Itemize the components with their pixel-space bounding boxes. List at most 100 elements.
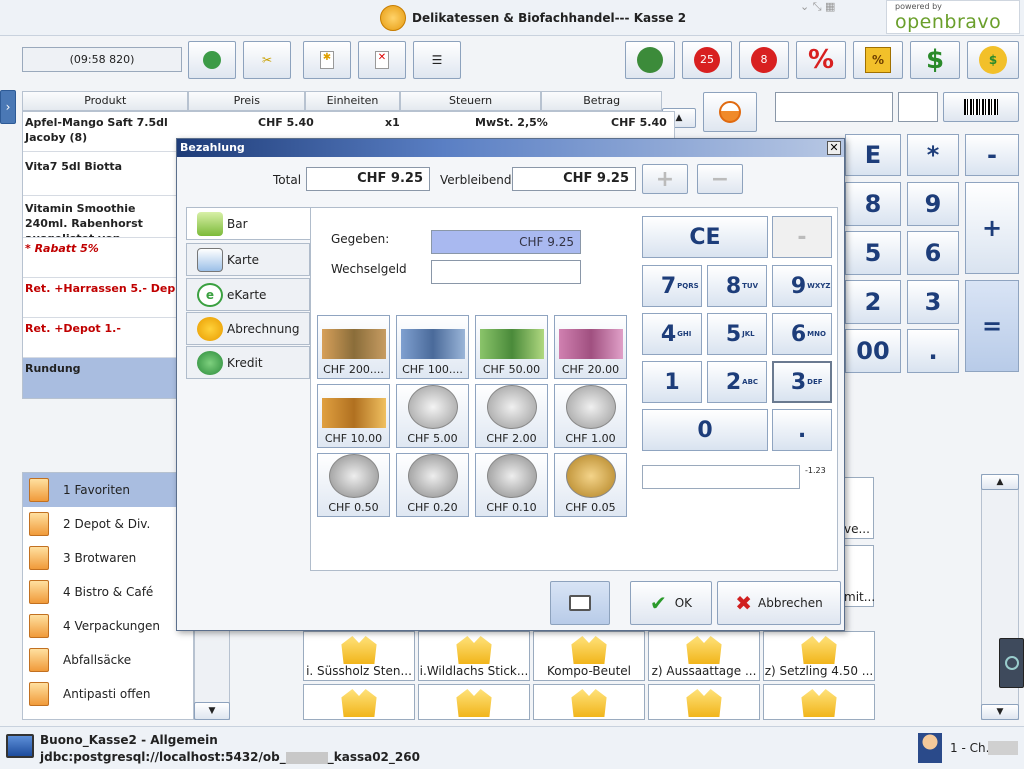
customer-icon: [203, 51, 221, 69]
product-tile[interactable]: i. Süssholz Sten...: [303, 631, 415, 681]
denomination-020-button[interactable]: CHF 0.20: [396, 453, 469, 517]
main-key-plus[interactable]: +: [965, 182, 1019, 274]
dialog-key-0[interactable]: 0: [642, 409, 768, 451]
refresh-dollar-button[interactable]: $: [967, 41, 1019, 79]
tab-card[interactable]: Karte: [186, 243, 310, 276]
cash-out-button[interactable]: $: [910, 41, 960, 79]
dialog-key-dot[interactable]: .: [772, 409, 832, 451]
product-tile[interactable]: [418, 684, 530, 720]
product-tile[interactable]: ve...: [840, 477, 874, 539]
denomination-100-button[interactable]: CHF 100....: [396, 315, 469, 379]
category-item[interactable]: 4 Verpackungen: [23, 609, 193, 643]
category-item[interactable]: Antipasti offen: [23, 677, 193, 711]
window-controls[interactable]: ⌄ ⤡ ▦: [800, 0, 835, 14]
dialog-key-6[interactable]: 6 MNO: [772, 313, 832, 355]
openbravo-logo: powered by openbravo: [886, 0, 1020, 34]
category-item[interactable]: 1 Favoriten: [23, 473, 193, 507]
tab-bar[interactable]: Bar: [186, 207, 310, 240]
col-header: Einheiten: [305, 91, 400, 111]
tab-settlement[interactable]: Abrechnung: [186, 312, 310, 345]
dialog-key-7[interactable]: 7 PQRS: [642, 265, 702, 307]
denomination-200-button[interactable]: CHF 200....: [317, 315, 390, 379]
ticket-action-button[interactable]: [703, 92, 757, 132]
dialog-key-5[interactable]: 5 JKL: [707, 313, 767, 355]
dialog-key-9[interactable]: 9 WXYZ: [772, 265, 832, 307]
main-key-6[interactable]: 6: [907, 231, 959, 275]
list-button[interactable]: ☰: [413, 41, 461, 79]
main-key-dot[interactable]: .: [907, 329, 959, 373]
product-tile[interactable]: [303, 684, 415, 720]
side-panel-toggle[interactable]: [999, 638, 1024, 688]
side-expand-button[interactable]: ›: [0, 90, 16, 124]
given-field[interactable]: CHF 9.25: [431, 230, 581, 254]
ticket-row[interactable]: Vitamin Smoothie 240ml. Rabenhorst ausge…: [23, 198, 178, 238]
print-button[interactable]: [550, 581, 610, 625]
main-key-multiply[interactable]: *: [907, 134, 959, 176]
price-input[interactable]: [775, 92, 893, 122]
category-scroll-down-button[interactable]: ▼: [194, 702, 230, 720]
main-key-2[interactable]: 2: [845, 280, 901, 324]
dialog-minus-key[interactable]: -: [772, 216, 832, 258]
main-key-9[interactable]: 9: [907, 182, 959, 226]
product-tile[interactable]: z) Setzling 4.50 ...: [763, 631, 875, 681]
dialog-close-button[interactable]: ✕: [827, 141, 841, 155]
product-tile[interactable]: [648, 684, 760, 720]
denomination-2-button[interactable]: CHF 2.00: [475, 384, 548, 448]
barcode-button[interactable]: [943, 92, 1019, 122]
denomination-010-button[interactable]: CHF 0.10: [475, 453, 548, 517]
main-key-equals[interactable]: =: [965, 280, 1019, 372]
product-tile[interactable]: i.Wildlachs Stick...: [418, 631, 530, 681]
new-ticket-button[interactable]: ✱: [303, 41, 351, 79]
main-ce-key[interactable]: E: [845, 134, 901, 176]
main-key-minus[interactable]: -: [965, 134, 1019, 176]
dialog-key-8[interactable]: 8 TUV: [707, 265, 767, 307]
denomination-20-button[interactable]: CHF 20.00: [554, 315, 627, 379]
cut-button[interactable]: ✂: [243, 41, 291, 79]
dialog-ce-key[interactable]: CE: [642, 216, 768, 258]
quantity-input[interactable]: [898, 92, 938, 122]
denomination-050-button[interactable]: CHF 0.50: [317, 453, 390, 517]
percent-box-button[interactable]: %: [853, 41, 903, 79]
discount-25-button[interactable]: 25: [682, 41, 732, 79]
delete-ticket-button[interactable]: ✕: [358, 41, 406, 79]
main-key-5[interactable]: 5: [845, 231, 901, 275]
product-tile[interactable]: [533, 684, 645, 720]
product-tile[interactable]: mit...: [840, 545, 875, 607]
denomination-50-button[interactable]: CHF 50.00: [475, 315, 548, 379]
add-payment-button[interactable]: +: [642, 164, 688, 194]
percent-button[interactable]: %: [796, 41, 846, 79]
product-tile[interactable]: [763, 684, 875, 720]
product-tile[interactable]: Kompo-Beutel: [533, 631, 645, 681]
dialog-key-4[interactable]: 4 GHI: [642, 313, 702, 355]
dialog-key-3[interactable]: 3 DEF: [772, 361, 832, 403]
product-tile[interactable]: z) Aussaattage ...: [648, 631, 760, 681]
denomination-5-button[interactable]: CHF 5.00: [396, 384, 469, 448]
tab-ecard[interactable]: e eKarte: [186, 278, 310, 311]
barcode-icon: [964, 99, 998, 115]
dollar-minus-icon: $: [925, 45, 945, 75]
customer-button[interactable]: [188, 41, 236, 79]
main-key-3[interactable]: 3: [907, 280, 959, 324]
tab-credit[interactable]: Kredit: [186, 346, 310, 379]
remove-payment-button[interactable]: −: [697, 164, 743, 194]
denomination-1-button[interactable]: CHF 1.00: [554, 384, 627, 448]
package-icon: [571, 636, 607, 664]
dialog-key-2[interactable]: 2 ABC: [707, 361, 767, 403]
category-item[interactable]: 4 Bistro & Café: [23, 575, 193, 609]
category-item[interactable]: Abfallsäcke: [23, 643, 193, 677]
cancel-button[interactable]: ✖ Abbrechen: [717, 581, 841, 625]
dialog-key-1[interactable]: 1: [642, 361, 702, 403]
category-item[interactable]: 3 Brotwaren: [23, 541, 193, 575]
discount-8-button[interactable]: 8: [739, 41, 789, 79]
denomination-005-button[interactable]: CHF 0.05: [554, 453, 627, 517]
main-key-00[interactable]: 00: [845, 329, 901, 373]
product-scroll-up-button[interactable]: ▲: [981, 474, 1019, 490]
denomination-10-button[interactable]: CHF 10.00: [317, 384, 390, 448]
product-scroll-down-button[interactable]: ▼: [981, 704, 1019, 720]
money-bag-button[interactable]: [625, 41, 675, 79]
category-item[interactable]: 2 Depot & Div.: [23, 507, 193, 541]
main-key-8[interactable]: 8: [845, 182, 901, 226]
col-header: Betrag: [541, 91, 663, 111]
ok-button[interactable]: ✔ OK: [630, 581, 712, 625]
tab-label: Kredit: [227, 355, 263, 370]
